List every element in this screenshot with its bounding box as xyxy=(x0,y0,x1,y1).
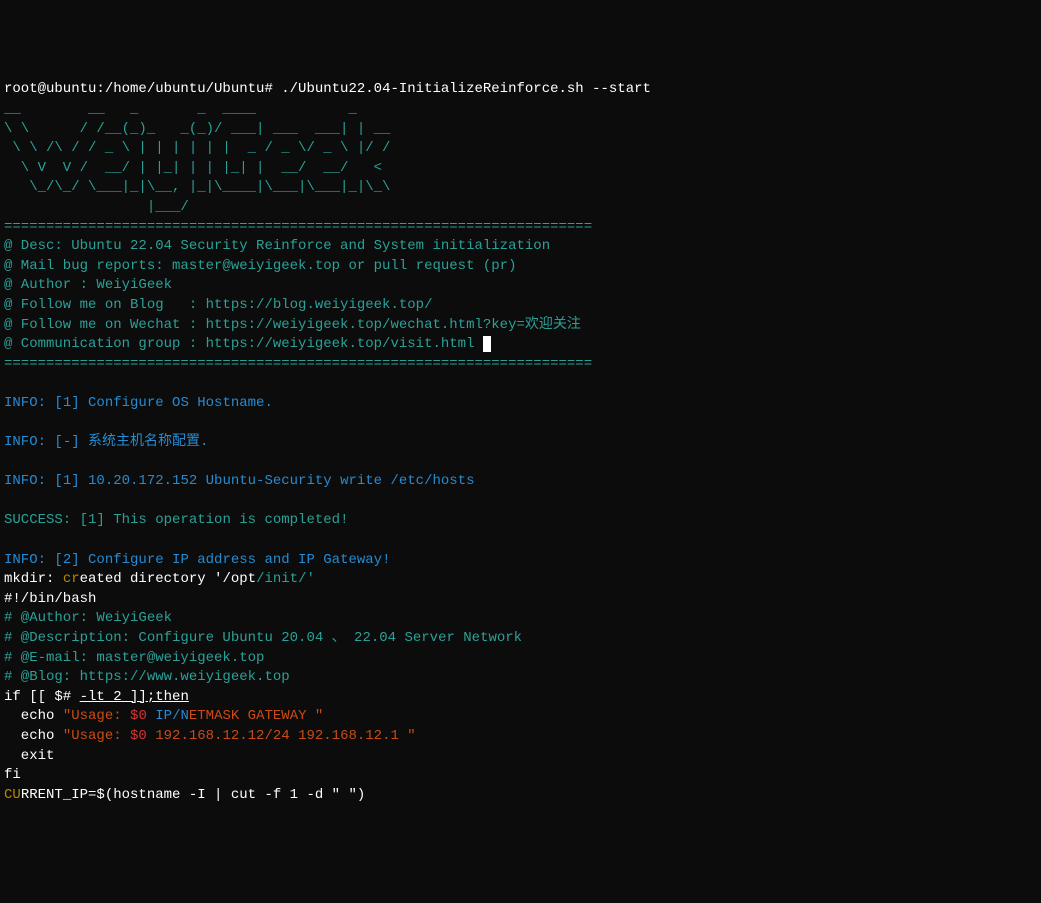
shell-prompt: root@ubuntu:/home/ubuntu/Ubuntu# xyxy=(4,81,273,97)
separator-top: ========================================… xyxy=(4,219,592,235)
mkdir-p1: mkdir: xyxy=(4,571,63,587)
ascii-banner-line6: |___/ xyxy=(4,199,390,215)
script-blog: # @Blog: https://www.weiyigeek.top xyxy=(4,669,290,685)
exit-line: exit xyxy=(4,748,54,764)
mkdir-p3: eated directory '/opt xyxy=(80,571,256,587)
echo1-pre: echo xyxy=(4,708,63,724)
info-label-2: INFO: xyxy=(4,434,46,450)
success-text: [1] This operation is completed! xyxy=(71,512,348,528)
script-shebang: #!/bin/bash xyxy=(4,591,96,607)
header-comm: @ Communication group : https://weiyigee… xyxy=(4,336,483,352)
info-text-1: [1] Configure OS Hostname. xyxy=(46,395,273,411)
echo1-q1: "U xyxy=(63,708,80,724)
if-pre: if [[ $# xyxy=(4,689,80,705)
success-label: SUCCESS: xyxy=(4,512,71,528)
header-desc: @ Desc: Ubuntu 22.04 Security Reinforce … xyxy=(4,238,550,254)
info-label-4: INFO: xyxy=(4,552,46,568)
info-text-3: [1] 10.20.172.152 Ubuntu-Security write … xyxy=(46,473,474,489)
cursor-block xyxy=(483,336,491,352)
ascii-banner-line2: \ \ / /__(_)_ _(_)/ ___| ___ ___| | __ xyxy=(4,121,390,137)
mkdir-p4: /init/' xyxy=(256,571,315,587)
echo2-rest: 192.168.12.12/24 192.168.12.1 " xyxy=(147,728,416,744)
current-ip-rest: RRENT_IP=$(hostname -I | cut -f 1 -d " "… xyxy=(21,787,365,803)
script-author: # @Author: WeiyiGeek xyxy=(4,610,172,626)
echo2-arg: $0 xyxy=(130,728,147,744)
separator-bottom: ========================================… xyxy=(4,356,592,372)
cu-prefix: CU xyxy=(4,787,21,803)
fi-line: fi xyxy=(4,767,21,783)
info-label-3: INFO: xyxy=(4,473,46,489)
echo1-sp xyxy=(147,708,155,724)
ascii-banner-line3: \ \ /\ / / _ \ | | | | | | _ / _ \/ _ \ … xyxy=(4,140,390,156)
ascii-banner-line4: \ V V / __/ | |_| | | |_| | __/ __/ < xyxy=(4,160,390,176)
command-text: ./Ubuntu22.04-InitializeReinforce.sh --s… xyxy=(281,81,651,97)
info-label-1: INFO: xyxy=(4,395,46,411)
echo2-q1: "Usage: xyxy=(63,728,130,744)
info-text-4: [2] Configure IP address and IP Gateway! xyxy=(46,552,390,568)
ascii-banner-line5: \_/\_/ \___|_|\__, |_|\____|\___|\___|_|… xyxy=(4,179,390,195)
echo1-sage: sage: xyxy=(80,708,130,724)
echo1-ipn: IP/N xyxy=(155,708,189,724)
mkdir-p2: cr xyxy=(63,571,80,587)
header-mail: @ Mail bug reports: master@weiyigeek.top… xyxy=(4,258,516,274)
ascii-banner-line1: __ __ _ _ ____ _ xyxy=(4,101,390,117)
echo1-rest: ETMASK GATEWAY " xyxy=(189,708,323,724)
header-wechat: @ Follow me on Wechat : https://weiyigee… xyxy=(4,317,581,333)
header-blog: @ Follow me on Blog : https://blog.weiyi… xyxy=(4,297,432,313)
terminal-output[interactable]: root@ubuntu:/home/ubuntu/Ubuntu# ./Ubunt… xyxy=(4,80,1037,805)
echo1-arg: $0 xyxy=(130,708,147,724)
script-desc: # @Description: Configure Ubuntu 20.04 、… xyxy=(4,630,522,646)
script-email: # @E-mail: master@weiyigeek.top xyxy=(4,650,264,666)
header-author: @ Author : WeiyiGeek xyxy=(4,277,172,293)
info-text-2: [-] 系统主机名称配置. xyxy=(46,434,208,450)
echo2-pre: echo xyxy=(4,728,63,744)
if-cond: -lt 2 ]];then xyxy=(80,689,189,705)
